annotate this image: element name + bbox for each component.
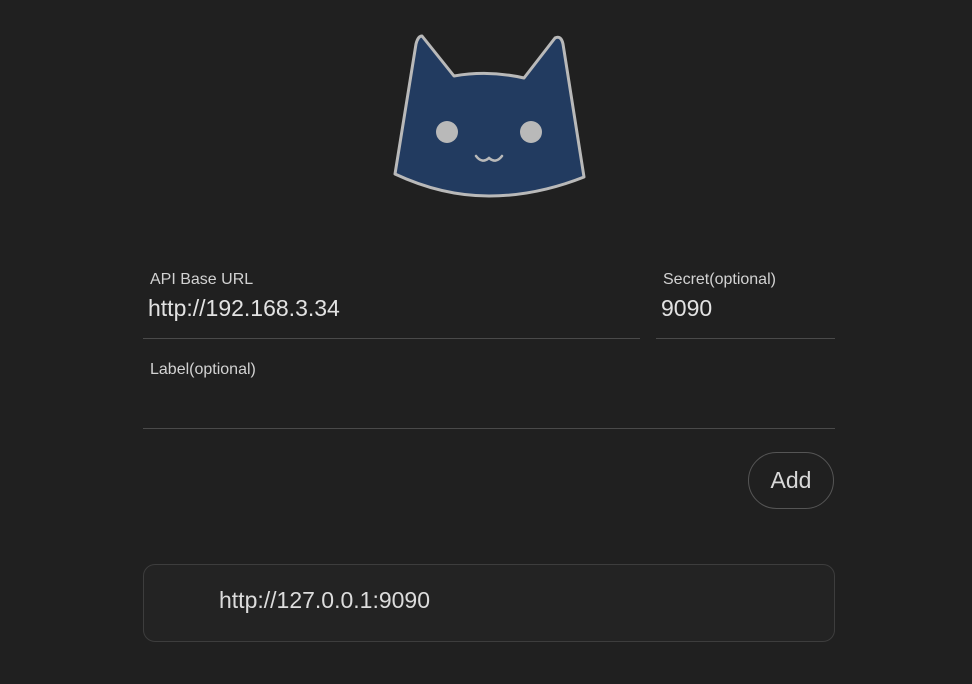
backend-url: http://127.0.0.1:9090 xyxy=(219,587,431,613)
api-base-url-label: API Base URL xyxy=(150,271,254,288)
cat-left-eye xyxy=(436,121,458,143)
label-field: Label(optional) xyxy=(143,355,835,429)
backend-setup-page: API Base URL Secret(optional) Label(opti… xyxy=(0,0,972,684)
label-label: Label(optional) xyxy=(150,361,256,378)
cat-head-shape xyxy=(393,34,586,198)
secret-field: Secret(optional) xyxy=(656,265,835,339)
label-input[interactable] xyxy=(143,383,832,413)
secret-input[interactable] xyxy=(656,293,832,323)
add-button[interactable]: Add xyxy=(748,452,834,509)
secret-label: Secret(optional) xyxy=(663,271,776,288)
backend-list-item[interactable]: http://127.0.0.1:9090 xyxy=(143,564,835,642)
cat-right-eye xyxy=(520,121,542,143)
api-base-url-input[interactable] xyxy=(143,293,637,323)
cat-logo-icon xyxy=(393,34,586,198)
api-base-url-field: API Base URL xyxy=(143,265,640,339)
